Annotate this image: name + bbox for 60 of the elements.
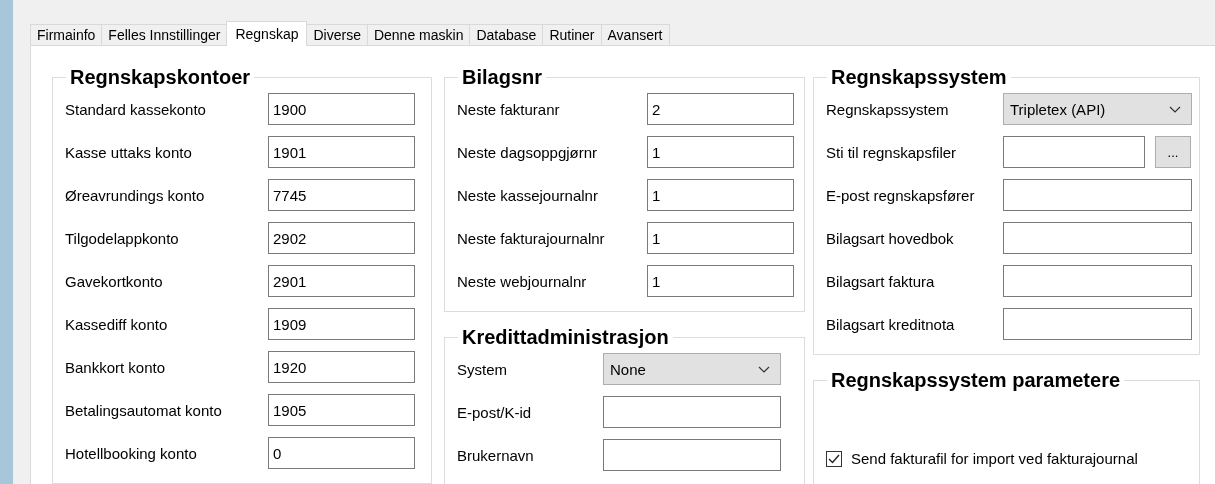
browse-button[interactable]: ... (1155, 136, 1191, 168)
input-field[interactable]: 1 (647, 179, 794, 211)
group-title: Regnskapssystem parametere (830, 369, 1122, 392)
field-label: Regnskapssystem (826, 100, 950, 118)
input-field[interactable] (603, 439, 781, 471)
field-label: System (457, 360, 508, 378)
input-field[interactable]: 1 (647, 222, 794, 254)
field-label: Gavekortkonto (65, 272, 164, 290)
field-label: Bankkort konto (65, 358, 167, 376)
dropdown[interactable]: None (603, 353, 781, 385)
field-label: Kassediff konto (65, 315, 169, 333)
group-title: Regnskapssystem (830, 66, 1008, 89)
input-field[interactable]: 1901 (268, 136, 415, 168)
input-field[interactable] (1003, 265, 1192, 297)
field-label: Øreavrundings konto (65, 186, 206, 204)
tab[interactable]: Avansert (600, 24, 670, 45)
input-field[interactable]: 1920 (268, 351, 415, 383)
field-label: Bilagsart kreditnota (826, 315, 956, 333)
input-field[interactable]: 0 (268, 437, 415, 469)
chevron-down-icon (1169, 105, 1181, 113)
field-label: Kasse uttaks konto (65, 143, 193, 161)
field-label: Sti til regnskapsfiler (826, 143, 958, 161)
input-field[interactable] (1003, 308, 1192, 340)
field-label: Hotellbooking konto (65, 444, 198, 462)
input-field[interactable]: 2 (647, 93, 794, 125)
checkbox-option[interactable]: Send fakturafil for import ved fakturajournal (826, 450, 1199, 467)
group-title: Regnskapskontoer (69, 66, 252, 89)
input-field[interactable]: 2902 (268, 222, 415, 254)
field-label: Tilgodelappkonto (65, 229, 180, 247)
input-field[interactable] (603, 396, 781, 428)
field-label: E-post/K-id (457, 403, 533, 421)
input-field[interactable]: 2901 (268, 265, 415, 297)
input-field[interactable]: 7745 (268, 179, 415, 211)
dropdown[interactable]: Tripletex (API) (1003, 93, 1192, 125)
field-label: Neste fakturajournalnr (457, 229, 606, 247)
input-field[interactable]: 1900 (268, 93, 415, 125)
field-label: Neste webjournalnr (457, 272, 588, 290)
field-label: Standard kassekonto (65, 100, 207, 118)
input-field[interactable] (1003, 179, 1192, 211)
group-title: Kredittadministrasjon (461, 326, 670, 349)
input-field[interactable] (1003, 222, 1192, 254)
field-label: Neste fakturanr (457, 100, 561, 118)
input-field[interactable]: 1909 (268, 308, 415, 340)
checkbox[interactable] (826, 450, 842, 467)
input-field[interactable]: 1 (647, 265, 794, 297)
field-label: Bilagsart hovedbok (826, 229, 955, 247)
field-label: Betalingsautomat konto (65, 401, 223, 419)
field-label: Neste kassejournalnr (457, 186, 599, 204)
tab[interactable]: Felles Innstillinger (101, 24, 228, 45)
input-field[interactable]: 1905 (268, 394, 415, 426)
field-label: Neste dagsoppgjørnr (457, 143, 599, 161)
field-label: Brukernavn (457, 446, 535, 464)
group-title: Bilagsnr (461, 66, 544, 89)
tab[interactable]: Firmainfo (30, 24, 103, 45)
field-label: Bilagsart faktura (826, 272, 936, 290)
input-field[interactable]: 1 (647, 136, 794, 168)
field-label: E-post regnskapsfører (826, 186, 976, 204)
tab[interactable]: Regnskap (226, 21, 308, 46)
input-field[interactable] (1003, 136, 1145, 168)
chevron-down-icon (758, 365, 770, 373)
